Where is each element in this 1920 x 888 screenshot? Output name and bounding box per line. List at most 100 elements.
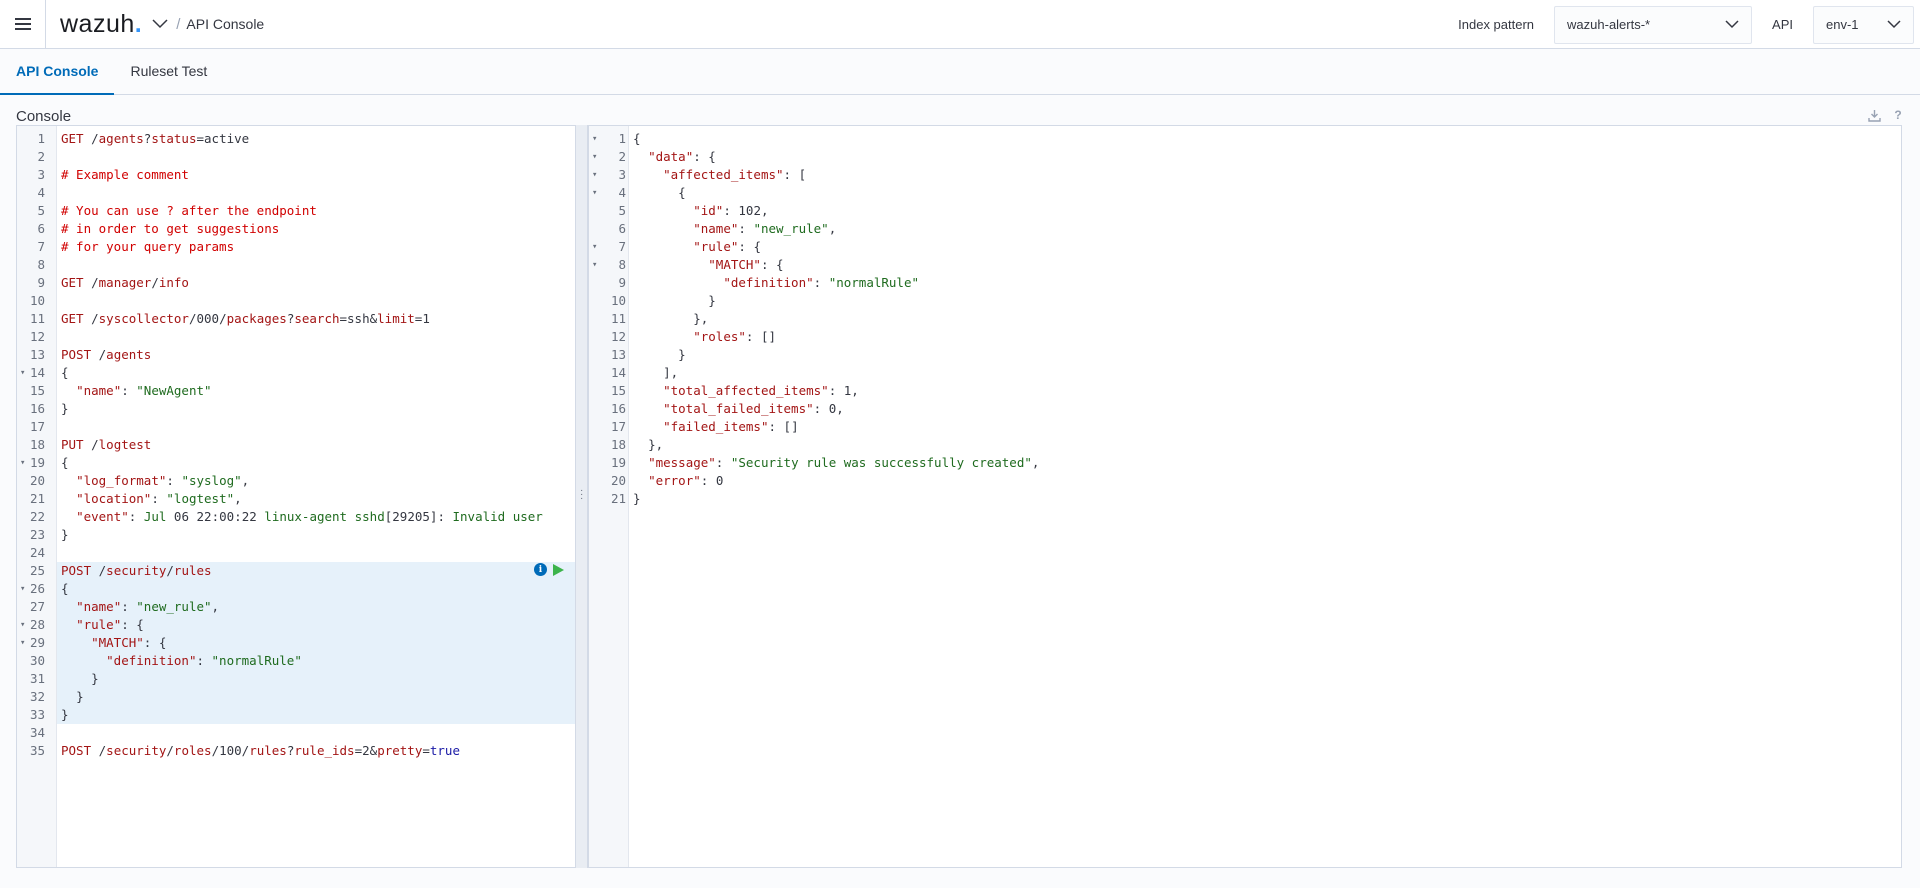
line-number: 2 <box>37 149 45 164</box>
code-line: 21 "location": "logtest", <box>17 490 576 508</box>
fold-toggle-icon[interactable]: ▾ <box>20 454 25 472</box>
fold-toggle-icon[interactable]: ▾ <box>592 238 597 256</box>
request-editor[interactable]: 1 GET /agents?status=active 2 3 # Example co… <box>16 125 577 868</box>
code-line: 29 ▾ "MATCH": { <box>20 634 576 652</box>
code-text: { <box>633 131 641 146</box>
code-line: 14 ▾{ <box>17 364 576 382</box>
line-number: 34 <box>29 725 45 740</box>
fold-toggle-icon[interactable]: ▾ <box>592 148 597 166</box>
code-text: "MATCH": { <box>708 257 784 272</box>
info-icon[interactable]: i <box>534 563 547 576</box>
line-number: 5 <box>37 203 45 218</box>
code-text: "total_affected_items": 1, <box>663 383 859 398</box>
line-number: 32 <box>29 689 45 704</box>
code-text: }, <box>693 311 709 326</box>
tab-api-console[interactable]: API Console <box>0 49 115 95</box>
line-number: 33 <box>29 707 45 722</box>
code-line: 1 ▾{ <box>589 130 1901 148</box>
code-line: 16 "total_failed_items": 0, <box>589 400 1901 418</box>
chevron-down-icon <box>1725 17 1739 32</box>
code-text: { <box>61 365 69 380</box>
code-line: 10 <box>17 292 576 310</box>
code-text: "message": "Security rule was successful… <box>648 455 1040 470</box>
code-line: 13 POST /agents <box>17 346 576 364</box>
code-text: { <box>61 455 69 470</box>
fold-toggle-icon[interactable]: ▾ <box>592 166 597 184</box>
code-text: "name": "NewAgent" <box>76 383 212 398</box>
code-text: } <box>61 527 69 542</box>
fold-toggle-icon[interactable]: ▾ <box>20 364 25 382</box>
line-number: 27 <box>29 599 45 614</box>
panel-splitter[interactable]: · · · <box>575 125 588 868</box>
code-text: } <box>633 491 641 506</box>
chevron-down-icon[interactable] <box>152 15 170 33</box>
line-number: 17 <box>29 419 45 434</box>
breadcrumb-separator: / <box>176 15 181 33</box>
code-line: 25 POST /security/rules i <box>30 562 576 580</box>
tab-bar: API Console Ruleset Test <box>0 49 1920 95</box>
fold-toggle-icon[interactable]: ▾ <box>592 184 597 202</box>
code-line: 20 "error": 0 <box>589 472 1901 490</box>
code-text: # Example comment <box>61 167 189 182</box>
code-text: "total_failed_items": 0, <box>663 401 844 416</box>
code-line: 21} <box>589 490 1901 508</box>
fold-toggle-icon[interactable]: ▾ <box>20 616 25 634</box>
code-text: # for your query params <box>61 239 235 254</box>
code-text: GET /agents?status=active <box>61 131 250 146</box>
code-line: 11 GET /syscollector/000/packages?search=… <box>17 310 576 328</box>
code-line: 2 <box>17 148 576 166</box>
line-number: 20 <box>610 473 626 488</box>
code-text: "location": "logtest", <box>76 491 242 506</box>
play-icon[interactable] <box>553 563 564 576</box>
fold-toggle-icon[interactable]: ▾ <box>592 256 597 274</box>
help-icon[interactable]: ? <box>1890 107 1906 123</box>
line-number: 17 <box>610 419 626 434</box>
code-text: } <box>708 293 716 308</box>
code-line: 23} <box>17 526 576 544</box>
fold-toggle-icon[interactable]: ▾ <box>20 580 25 598</box>
code-line: 32 } <box>30 688 576 706</box>
code-text: }, <box>648 437 664 452</box>
code-line: 13 } <box>589 346 1901 364</box>
code-line: 16} <box>17 400 576 418</box>
code-line: 18 }, <box>589 436 1901 454</box>
code-line: 14 ], <box>589 364 1901 382</box>
line-number: 10 <box>610 293 626 308</box>
api-select[interactable]: env-1 <box>1813 5 1914 44</box>
code-text: "data": { <box>648 149 716 164</box>
code-text: "definition": "normalRule" <box>106 653 302 668</box>
line-number: 6 <box>618 221 626 236</box>
hamburger-icon <box>14 18 31 30</box>
line-number: 12 <box>29 329 45 344</box>
code-text: } <box>61 707 69 722</box>
code-text: POST /security/rules <box>61 563 212 578</box>
wazuh-logo[interactable]: wazuh. <box>60 10 142 39</box>
line-number: 15 <box>29 383 45 398</box>
line-number: 18 <box>29 437 45 452</box>
code-text: # You can use ? after the endpoint <box>61 203 317 218</box>
line-number: 1 <box>37 131 45 146</box>
download-icon[interactable] <box>1866 107 1882 123</box>
line-number: 15 <box>610 383 626 398</box>
code-line: 10 } <box>589 292 1901 310</box>
line-number: 8 <box>37 257 45 272</box>
fold-toggle-icon[interactable]: ▾ <box>592 130 597 148</box>
code-line: 34 <box>17 724 576 742</box>
tab-ruleset-test[interactable]: Ruleset Test <box>114 49 223 95</box>
fold-toggle-icon[interactable]: ▾ <box>20 634 25 652</box>
code-line: 7 ▾ "rule": { <box>589 238 1901 256</box>
line-number: 10 <box>29 293 45 308</box>
code-text: "event": Jul 06 22:00:22 linux-agent ssh… <box>76 509 543 524</box>
index-pattern-select[interactable]: wazuh-alerts-* <box>1554 5 1753 44</box>
line-number: 5 <box>618 203 626 218</box>
code-line: 26 ▾{ <box>20 580 576 598</box>
line-number: 24 <box>29 545 45 560</box>
code-text: "rule": { <box>76 617 144 632</box>
code-text: "rule": { <box>693 239 761 254</box>
menu-toggle-button[interactable] <box>0 0 46 49</box>
line-number: 7 <box>37 239 45 254</box>
code-line: 27 "name": "new_rule", <box>30 598 576 616</box>
code-line: 11 }, <box>589 310 1901 328</box>
code-line: 28 ▾ "rule": { <box>20 616 576 634</box>
line-number: 22 <box>29 509 45 524</box>
